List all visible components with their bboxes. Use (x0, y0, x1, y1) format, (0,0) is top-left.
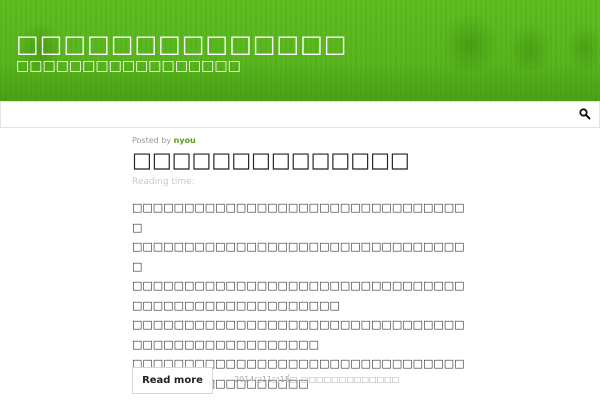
post-author-link[interactable]: nyou (174, 136, 196, 145)
search-button[interactable] (577, 106, 593, 122)
excerpt-paragraph: □□□□□□□□□□□□□□□□□□□□□□□□□□□□□□□□□□□□□□□□… (132, 318, 465, 351)
post-byline: Posted by nyou (132, 136, 472, 146)
reading-time: Reading time: (132, 177, 195, 187)
navigation-bar (0, 101, 600, 128)
excerpt-paragraph: □□□□□□□□□□□□□□□□□□□□□□□□□□□□□□□□□ (132, 240, 465, 273)
search-icon (579, 108, 591, 120)
read-more-button[interactable]: Read more (132, 367, 213, 394)
posted-by-label: Posted by (132, 136, 172, 145)
site-header: □□□□□□□□□□□□□□ □□□□□□□□□□□□□□□□□ (0, 0, 600, 101)
excerpt-paragraph: □□□□□□□□□□□□□□□□□□□□□□□□□□□□□□□□□ (132, 201, 465, 234)
meta-separator: / (286, 373, 290, 384)
site-description: □□□□□□□□□□□□□□□□□ (16, 58, 241, 74)
site-title[interactable]: □□□□□□□□□□□□□□ (16, 30, 347, 58)
post-title[interactable]: □□□□□□□□□□□□□□ (132, 148, 472, 172)
excerpt-paragraph: □□□□□□□□□□□□□□□□□□□□□□□□□□□□□□□□□□□□□□□□… (132, 279, 465, 312)
post-category-link[interactable]: □□□□□□□□□□□□□ (301, 375, 399, 384)
post-excerpt: □□□□□□□□□□□□□□□□□□□□□□□□□□□□□□□□□ □□□□□□… (132, 198, 472, 393)
post-article: Posted by nyou □□□□□□□□□□□□□□ Reading ti… (132, 136, 472, 393)
